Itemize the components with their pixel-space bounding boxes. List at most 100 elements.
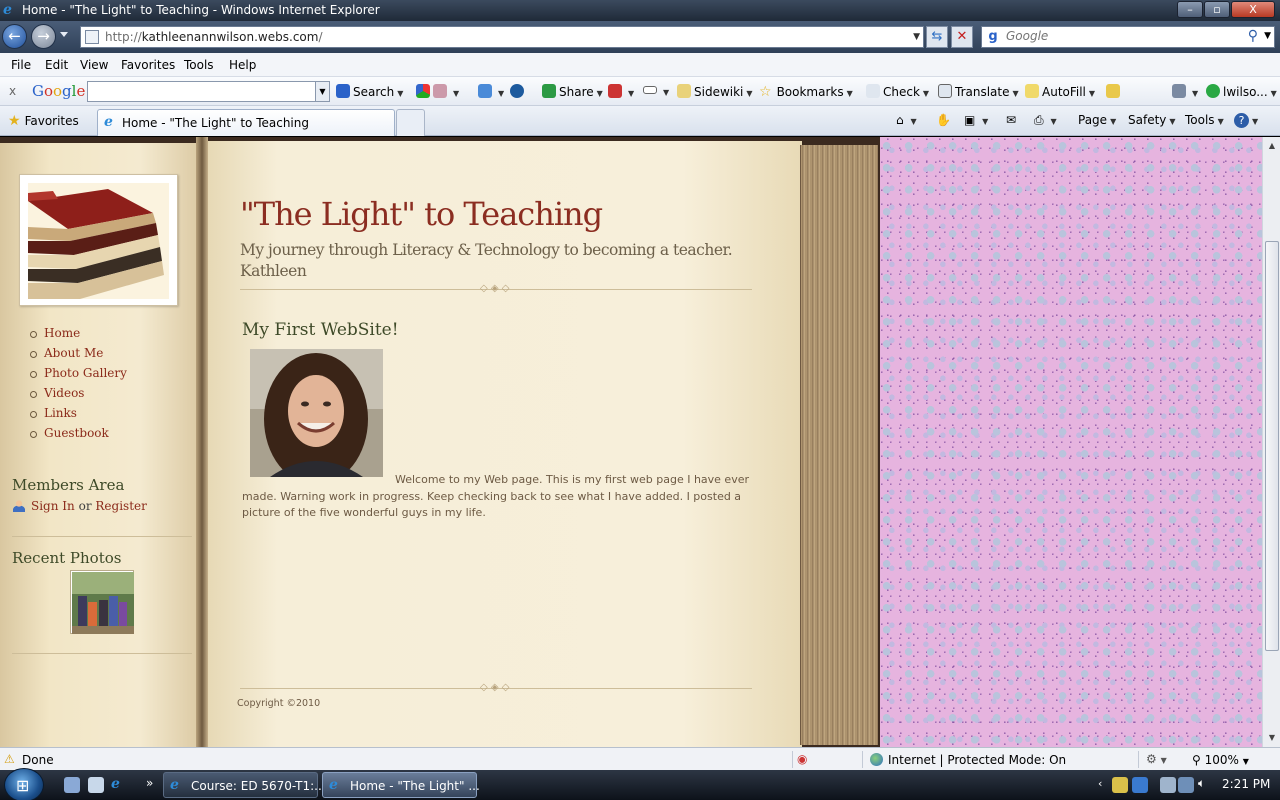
favorites-button[interactable]: ★ Favorites <box>8 113 79 129</box>
settings-button[interactable]: ▼ <box>1172 84 1198 99</box>
nav-home[interactable]: Home <box>30 326 127 346</box>
status-text: Done <box>22 753 54 767</box>
autofill-button[interactable]: AutoFill ▼ <box>1025 84 1095 99</box>
bookmarks-button[interactable]: ☆ Bookmarks ▼ <box>759 84 853 100</box>
forward-button[interactable]: → <box>31 24 56 49</box>
menu-edit[interactable]: Edit <box>45 58 68 72</box>
zoom-level[interactable]: ⚲ 100% ▼ <box>1192 753 1249 767</box>
sidebar-divider <box>12 536 192 537</box>
sidewiki-icon <box>677 84 691 98</box>
register-link[interactable]: Register <box>95 499 146 513</box>
scroll-down-icon[interactable]: ▼ <box>1265 731 1279 745</box>
scroll-up-icon[interactable]: ▲ <box>1265 139 1279 153</box>
google-search-provider-icon[interactable]: g <box>985 29 1001 45</box>
recent-photo-thumbnail[interactable] <box>70 570 134 634</box>
spellcheck-button[interactable]: Check ▼ <box>866 84 929 99</box>
translate-button[interactable]: Translate ▼ <box>938 84 1019 99</box>
nav-guestbook[interactable]: Guestbook <box>30 426 127 446</box>
vertical-scrollbar[interactable]: ▲ ▼ <box>1262 137 1280 747</box>
sign-in-link[interactable]: Sign In <box>31 499 75 513</box>
safety-menu[interactable]: Safety ▼ <box>1128 113 1176 127</box>
quicklaunch-chevron-icon[interactable]: » <box>146 776 153 790</box>
nav-videos[interactable]: Videos <box>30 386 127 406</box>
new-tab-button[interactable] <box>396 109 425 136</box>
network-icon[interactable] <box>1178 777 1194 793</box>
home-button[interactable]: ⌂ ▼ <box>896 113 917 127</box>
tray-app-icon[interactable] <box>1112 777 1128 793</box>
tray-chevron-icon[interactable]: ‹ <box>1098 777 1102 790</box>
stop-button[interactable]: ✕ <box>951 26 973 48</box>
divider-ornament-icon: ◇ ◈ ◇ <box>480 283 510 294</box>
footer-ornament-icon: ◇ ◈ ◇ <box>480 682 510 693</box>
search-options-dropdown-icon[interactable]: ▼ <box>1264 31 1271 41</box>
menu-favorites[interactable]: Favorites <box>121 58 175 72</box>
security-zone[interactable]: Internet | Protected Mode: On <box>870 753 1066 767</box>
translate-icon <box>938 84 952 98</box>
switch-windows-icon[interactable] <box>88 777 104 793</box>
google-logo[interactable]: Google <box>32 82 85 100</box>
ie-quicklaunch-icon[interactable]: e <box>111 777 127 793</box>
feeds-button[interactable]: ▣ ▼ <box>964 113 988 127</box>
show-desktop-icon[interactable] <box>64 777 80 793</box>
nav-links[interactable]: Links <box>30 406 127 426</box>
address-dropdown-icon[interactable]: ▼ <box>913 32 920 42</box>
menu-help[interactable]: Help <box>229 58 256 72</box>
hand-icon: ✋ <box>936 113 951 127</box>
highlight-button[interactable]: ▼ <box>643 84 669 98</box>
maximize-button[interactable]: ▫ <box>1204 1 1230 18</box>
site-logo[interactable] <box>19 174 178 306</box>
menu-tools[interactable]: Tools <box>184 58 214 72</box>
recent-pages-dropdown[interactable] <box>60 32 68 37</box>
print-button[interactable]: ⎙ ▼ <box>1034 113 1057 128</box>
hand-button[interactable]: ✋ <box>936 113 951 127</box>
nav-about-me[interactable]: About Me <box>30 346 127 366</box>
sign-in-row: Sign In or Register <box>13 499 147 513</box>
close-button[interactable]: X <box>1231 1 1275 18</box>
add-button[interactable]: ▼ <box>478 84 504 99</box>
status-separator <box>792 751 793 768</box>
google-toolbar-search-input[interactable]: ▼ <box>87 81 330 102</box>
search-icon[interactable]: ⚲ <box>1248 28 1258 44</box>
google-search-button[interactable]: Search ▼ <box>336 84 403 99</box>
mail-button[interactable]: ✉ <box>1006 113 1016 127</box>
chevron-down-icon[interactable]: ▼ <box>315 82 329 101</box>
account-button[interactable]: lwilso... ▼ <box>1206 84 1277 99</box>
portrait-photo <box>250 349 383 477</box>
url-text[interactable]: http://kathleenannwilson.webs.com/ <box>105 30 323 44</box>
sidewiki-button[interactable]: Sidewiki ▼ <box>677 84 753 99</box>
volume-icon[interactable]: 🔈︎ <box>1198 776 1205 791</box>
popup-blocker-button[interactable]: ▼ <box>608 84 634 99</box>
close-toolbar-icon[interactable]: x <box>9 84 16 98</box>
taskbar: ⊞ e » e Course: ED 5670-T1:... e Home - … <box>0 768 1280 800</box>
start-button[interactable]: ⊞ <box>4 768 44 800</box>
background-pattern <box>880 137 1262 747</box>
privacy-icon[interactable]: ◉ <box>797 752 807 766</box>
scroll-thumb[interactable] <box>1265 241 1279 651</box>
tools-menu[interactable]: Tools ▼ <box>1185 113 1224 127</box>
back-button[interactable]: ← <box>2 24 27 49</box>
toolbar-extras[interactable]: ▼ <box>416 84 459 99</box>
pencil-button[interactable] <box>1106 84 1123 99</box>
tray-app-icon[interactable] <box>1132 777 1148 793</box>
taskbar-home-window[interactable]: e Home - "The Light" ... <box>322 772 480 798</box>
nav-photo-gallery[interactable]: Photo Gallery <box>30 366 127 386</box>
status-separator <box>1138 751 1139 768</box>
help-button[interactable]: ? ▼ <box>1234 113 1258 128</box>
protected-mode-icon[interactable]: ⚙ ▼ <box>1146 752 1167 766</box>
share-button[interactable]: Share ▼ <box>542 84 603 99</box>
pencil-icon <box>1106 84 1120 98</box>
minimize-button[interactable]: – <box>1177 1 1203 18</box>
tray-app-icon[interactable] <box>1160 777 1176 793</box>
taskbar-course-window[interactable]: e Course: ED 5670-T1:... <box>163 772 326 798</box>
clock[interactable]: 2:21 PM <box>1222 777 1270 791</box>
address-field[interactable]: http://kathleenannwilson.webs.com/ ▼ <box>80 26 924 48</box>
page-menu[interactable]: Page ▼ <box>1078 113 1116 127</box>
menu-file[interactable]: File <box>11 58 31 72</box>
search-input[interactable] <box>1006 29 1246 43</box>
globe-button[interactable] <box>510 84 527 99</box>
menu-view[interactable]: View <box>80 58 108 72</box>
popup-blocker-icon <box>608 84 622 98</box>
search-box[interactable]: g ⚲ ▼ <box>981 26 1275 48</box>
tab-home[interactable]: e Home - "The Light" to Teaching <box>97 109 395 136</box>
refresh-button[interactable]: ⇆ <box>926 26 948 48</box>
